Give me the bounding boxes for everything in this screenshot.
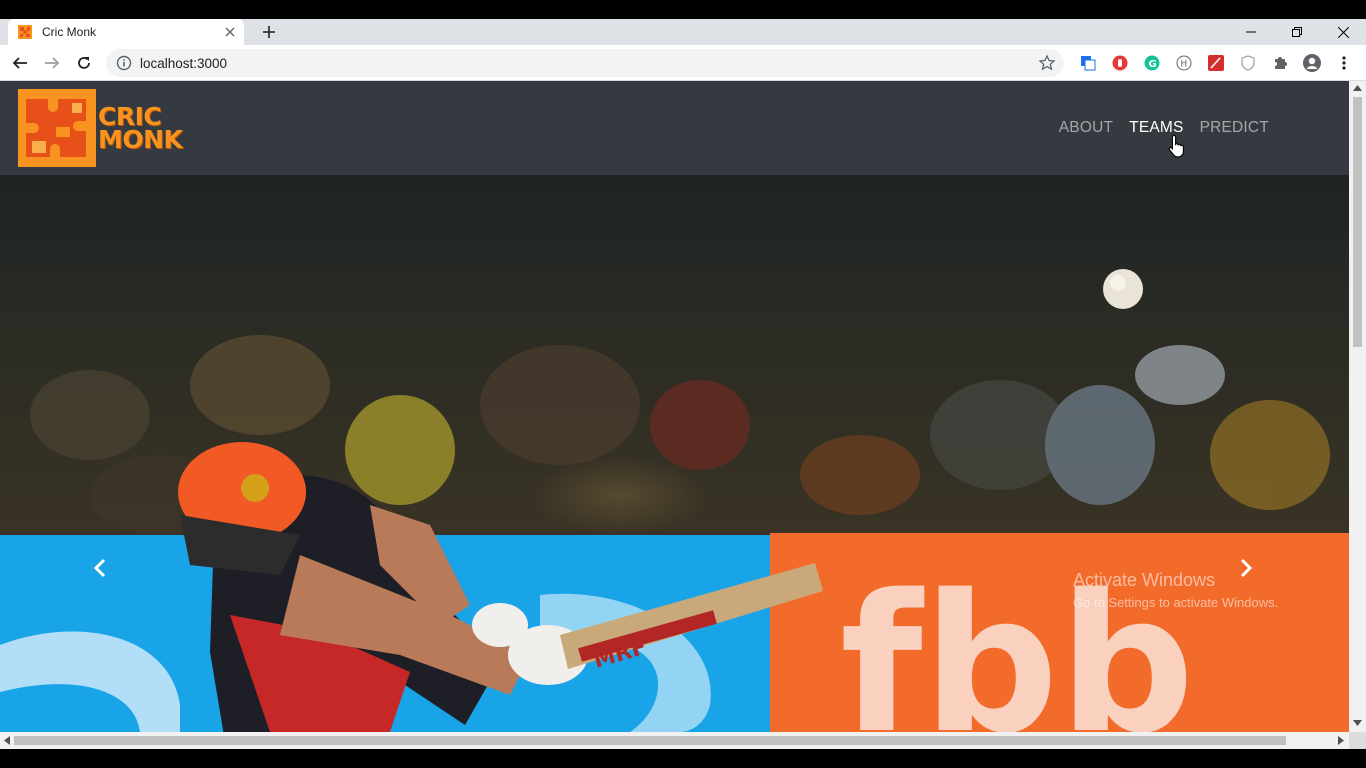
address-bar[interactable]: localhost:3000: [106, 49, 1064, 77]
h-extension-icon[interactable]: H: [1174, 53, 1194, 73]
pdf-extension-icon[interactable]: [1206, 53, 1226, 73]
hero-carousel: fbb MRF: [0, 175, 1349, 732]
logo-line-2: MONK: [98, 125, 183, 154]
screen-bottom-border: [0, 749, 1366, 768]
site-info-icon[interactable]: [116, 55, 132, 71]
puzzle-favicon-icon: [18, 25, 32, 39]
tab-title: Cric Monk: [42, 25, 97, 39]
carousel-prev-button[interactable]: [88, 553, 112, 583]
svg-text:G: G: [1149, 59, 1157, 70]
translate-extension-icon[interactable]: [1078, 53, 1098, 73]
browser-tabstrip: Cric Monk: [0, 19, 1366, 45]
close-window-button[interactable]: [1320, 19, 1366, 45]
nav-about-link[interactable]: ABOUT: [1059, 119, 1113, 137]
horizontal-scroll-thumb[interactable]: [14, 736, 1286, 745]
browser-toolbar: localhost:3000 G H: [0, 45, 1366, 81]
close-tab-icon[interactable]: [222, 24, 238, 40]
url-text: localhost:3000: [140, 55, 228, 71]
screen-top-border: [0, 0, 1366, 19]
puzzle-logo-icon: [18, 89, 96, 167]
new-tab-button[interactable]: [258, 21, 280, 43]
scroll-left-arrow-icon[interactable]: [4, 736, 10, 745]
shield-extension-icon[interactable]: [1238, 53, 1258, 73]
scroll-up-arrow-icon[interactable]: [1353, 85, 1362, 91]
adblock-extension-icon[interactable]: [1110, 53, 1130, 73]
hero-cricket-image: fbb MRF: [0, 175, 1349, 732]
vertical-scroll-thumb[interactable]: [1353, 97, 1362, 347]
scroll-right-arrow-icon[interactable]: [1338, 736, 1344, 745]
bookmark-star-icon[interactable]: [1038, 54, 1056, 72]
forward-icon[interactable]: [40, 51, 64, 75]
restore-window-button[interactable]: [1274, 19, 1320, 45]
page-viewport: CRIC MONK ABOUT TEAMS PREDICT fbb MRF: [0, 81, 1349, 732]
nav-links: ABOUT TEAMS PREDICT: [1059, 119, 1269, 137]
back-icon[interactable]: [8, 51, 32, 75]
site-logo[interactable]: CRIC MONK: [18, 89, 202, 167]
site-navbar: CRIC MONK ABOUT TEAMS PREDICT: [0, 81, 1349, 175]
extensions-puzzle-icon[interactable]: [1270, 53, 1290, 73]
windows-activation-watermark: Activate Windows Go to Settings to activ…: [1073, 570, 1278, 610]
nav-predict-link[interactable]: PREDICT: [1200, 119, 1269, 137]
watermark-subtitle: Go to Settings to activate Windows.: [1073, 595, 1279, 610]
logo-wordmark: CRIC MONK: [98, 104, 183, 154]
watermark-title: Activate Windows: [1073, 570, 1216, 590]
chevron-left-icon: [93, 558, 106, 578]
horizontal-scrollbar[interactable]: [0, 732, 1349, 749]
menu-kebab-icon[interactable]: [1334, 53, 1354, 73]
scroll-down-arrow-icon[interactable]: [1353, 720, 1362, 726]
grammarly-extension-icon[interactable]: G: [1142, 53, 1162, 73]
minimize-window-button[interactable]: [1228, 19, 1274, 45]
vertical-scrollbar[interactable]: [1349, 81, 1366, 732]
browser-tab[interactable]: Cric Monk: [8, 19, 244, 45]
profile-avatar-icon[interactable]: [1302, 53, 1322, 73]
scrollbar-corner: [1349, 732, 1366, 749]
hand-cursor-icon: [1168, 134, 1184, 158]
svg-text:H: H: [1181, 60, 1188, 70]
reload-icon[interactable]: [72, 51, 96, 75]
